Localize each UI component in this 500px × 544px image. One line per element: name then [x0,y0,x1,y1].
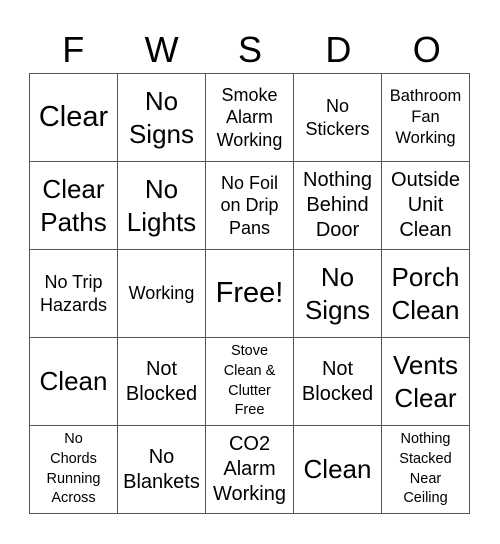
bingo-cell-text: No Lights [126,174,197,237]
bingo-cell[interactable]: Stove Clean & Clutter Free [206,338,294,426]
bingo-cell-text: Clear Paths [40,174,107,237]
bingo-cell-text: Working [128,283,195,304]
bingo-cell[interactable]: Porch Clean [382,250,470,338]
bingo-cell[interactable]: No Signs [118,74,206,162]
bingo-cell[interactable]: Clean [294,426,382,514]
bingo-cell-text: No Signs [304,262,371,325]
bingo-cell-text: Nothing Stacked Near Ceiling [399,431,452,507]
bingo-cell[interactable]: Clean [30,338,118,426]
header-letter-o: O [412,29,441,70]
bingo-cell-text: No Foil on Drip Pans [220,172,279,238]
bingo-cell-text: Bathroom Fan Working [389,86,462,148]
header-letter-d: D [325,29,352,70]
bingo-header: F W S D O [29,28,471,72]
header-letter-s: S [237,29,262,70]
bingo-cell[interactable]: CO2 Alarm Working [206,426,294,514]
bingo-cell-text: Free! [215,277,284,310]
bingo-cell[interactable]: Clear [30,74,118,162]
bingo-cell-text: No Trip Hazards [39,272,108,315]
bingo-cell[interactable]: No Signs [294,250,382,338]
bingo-cell[interactable]: Vents Clear [382,338,470,426]
bingo-cell-text: Clean [303,454,372,485]
bingo-cell-text: No Chords Running Across [46,431,101,507]
bingo-cell-text: Porch Clean [391,262,460,325]
bingo-cell[interactable]: No Blankets [118,426,206,514]
bingo-cell[interactable]: Not Blocked [294,338,382,426]
bingo-cell-text: Clean [39,366,108,397]
bingo-cell[interactable]: Nothing Stacked Near Ceiling [382,426,470,514]
header-letter-w: W [144,29,179,70]
bingo-cell-text: Nothing Behind Door [303,169,372,241]
bingo-cell[interactable]: Working [118,250,206,338]
bingo-cell[interactable]: Outside Unit Clean [382,162,470,250]
bingo-cell[interactable]: No Stickers [294,74,382,162]
bingo-cell-text: Not Blocked [301,357,374,405]
bingo-cell-text: Not Blocked [125,357,198,405]
bingo-cell-text: CO2 Alarm Working [213,433,286,505]
bingo-cell[interactable]: Nothing Behind Door [294,162,382,250]
bingo-cell-text: Clear [38,101,109,134]
bingo-cell-text: Vents Clear [392,350,459,413]
bingo-cell-text: No Blankets [123,445,200,493]
bingo-cell[interactable]: No Lights [118,162,206,250]
bingo-grid: Clear No Signs Smoke Alarm Working No Stick… [29,73,470,514]
bingo-cell-text: No Stickers [305,96,370,139]
bingo-cell-text: Smoke Alarm Working [216,84,283,150]
bingo-cell[interactable]: No Chords Running Across [30,426,118,514]
free-space-cell[interactable]: Free! [206,250,294,338]
bingo-cell[interactable]: Clear Paths [30,162,118,250]
bingo-cell[interactable]: Not Blocked [118,338,206,426]
bingo-cell[interactable]: Bathroom Fan Working [382,74,470,162]
bingo-cell-text: No Signs [128,86,195,149]
bingo-cell-text: Outside Unit Clean [391,169,460,241]
header-letter-f: F [62,29,85,70]
bingo-cell[interactable]: Smoke Alarm Working [206,74,294,162]
bingo-cell[interactable]: No Trip Hazards [30,250,118,338]
bingo-cell[interactable]: No Foil on Drip Pans [206,162,294,250]
bingo-cell-text: Stove Clean & Clutter Free [223,343,276,419]
